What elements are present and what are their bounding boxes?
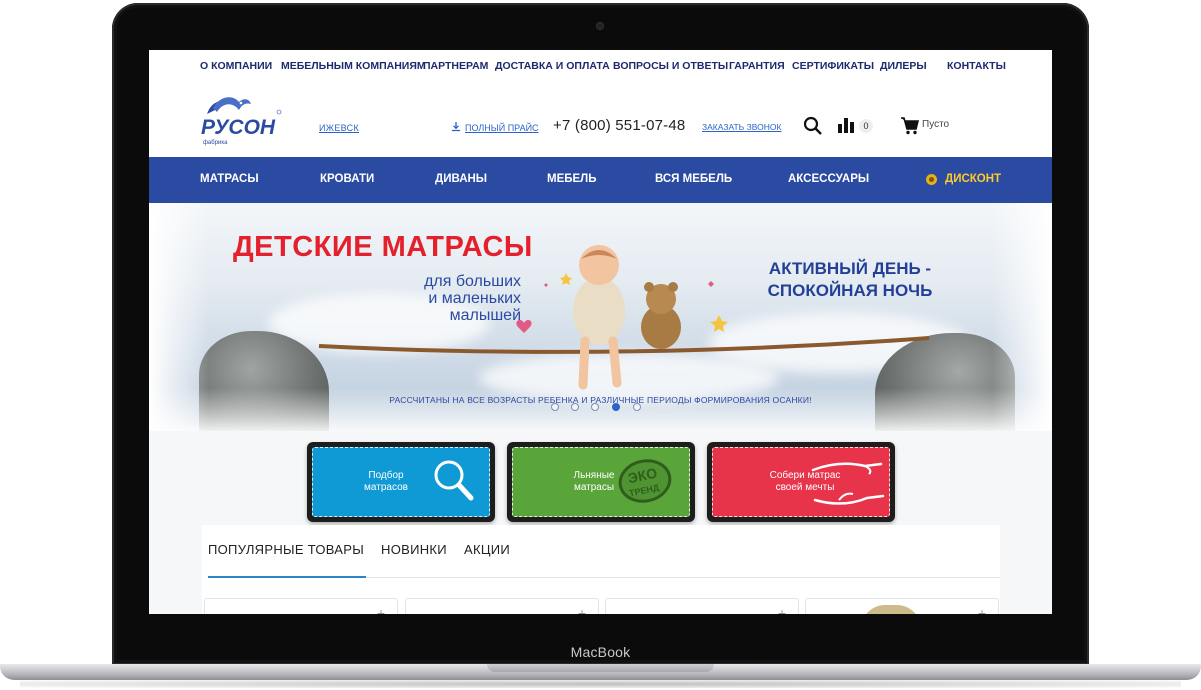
- nav-furniture-companies[interactable]: МЕБЕЛЬНЫМ КОМПАНИЯМ: [281, 60, 426, 72]
- compare-plus-icon[interactable]: +: [978, 605, 986, 614]
- cart-icon[interactable]: [901, 117, 919, 135]
- child-body: [573, 277, 625, 345]
- request-call-link[interactable]: ЗАКАЗАТЬ ЗВОНОК: [702, 122, 781, 132]
- category-furniture[interactable]: МЕБЕЛЬ: [547, 173, 597, 185]
- hands-icon: [811, 462, 885, 505]
- category-beds[interactable]: КРОВАТИ: [320, 173, 374, 185]
- nav-faq[interactable]: ВОПРОСЫ И ОТВЕТЫ: [613, 60, 728, 72]
- nav-contacts[interactable]: КОНТАКТЫ: [947, 60, 1006, 72]
- compare-plus-icon[interactable]: +: [377, 605, 385, 614]
- slider-dot[interactable]: [591, 403, 599, 411]
- phone-number[interactable]: +7 (800) 551-07-48: [553, 117, 685, 134]
- category-discount[interactable]: ДИСКОНТ: [945, 173, 1001, 185]
- laptop-hinge-notch: [487, 664, 714, 672]
- nav-partners[interactable]: ПАРТНЕРАМ: [423, 60, 488, 72]
- category-accessories[interactable]: АКСЕССУАРЫ: [788, 173, 869, 185]
- banner-subtitle-line: для больших: [424, 273, 521, 290]
- svg-text:фабрика: фабрика: [203, 140, 228, 146]
- category-bar: МАТРАСЫ КРОВАТИ ДИВАНЫ МЕБЕЛЬ ВСЯ МЕБЕЛЬ…: [149, 157, 1052, 203]
- slider-dot-active[interactable]: [612, 403, 620, 411]
- nav-delivery[interactable]: ДОСТАВКА И ОПЛАТА: [495, 60, 610, 72]
- banner-subtitle-line: и маленьких: [428, 290, 521, 307]
- product-card[interactable]: +: [204, 598, 398, 614]
- search-icon[interactable]: [803, 116, 823, 136]
- top-navigation: О КОМПАНИИ МЕБЕЛЬНЫМ КОМПАНИЯМ ПАРТНЕРАМ…: [149, 50, 1052, 84]
- device-label: MacBook: [570, 644, 631, 660]
- full-price-label: ПОЛНЫЙ ПРАЙС: [465, 123, 539, 133]
- category-mattresses[interactable]: МАТРАСЫ: [200, 173, 259, 185]
- promo-tile-linen-mattresses[interactable]: Льняные матрасы ЭКО ТРЕНД: [507, 442, 695, 522]
- city-selector[interactable]: ИЖЕВСК: [319, 123, 359, 133]
- slider-dot[interactable]: [571, 403, 579, 411]
- discount-coin-icon: [926, 174, 937, 185]
- hero-banner[interactable]: ДЕТСКИЕ МАТРАСЫ для больших и маленьких …: [149, 203, 1052, 431]
- promo-tile-label-line: Подбор: [368, 470, 404, 481]
- full-price-link[interactable]: ПОЛНЫЙ ПРАЙС: [451, 122, 539, 133]
- slider-dot[interactable]: [633, 403, 641, 411]
- tab-popular[interactable]: ПОПУЛЯРНЫЕ ТОВАРЫ: [208, 542, 364, 557]
- product-card[interactable]: +: [805, 598, 999, 614]
- banner-title: ДЕТСКИЕ МАТРАСЫ: [233, 231, 533, 263]
- banner-slogan: АКТИВНЫЙ ДЕНЬ - СПОКОЙНАЯ НОЧЬ: [745, 258, 955, 302]
- rope: [318, 336, 930, 354]
- compare-plus-icon[interactable]: +: [778, 605, 786, 614]
- promo-tile-label-line: матрасов: [364, 482, 408, 493]
- banner-subtitle-line: малышей: [449, 307, 521, 324]
- product-card[interactable]: +: [605, 598, 799, 614]
- nav-about[interactable]: О КОМПАНИИ: [200, 60, 272, 72]
- banner-slogan-line: АКТИВНЫЙ ДЕНЬ -: [768, 259, 932, 278]
- website-screen: О КОМПАНИИ МЕБЕЛЬНЫМ КОМПАНИЯМ ПАРТНЕРАМ…: [149, 50, 1052, 614]
- promo-tile-build-mattress[interactable]: Собери матрас своей мечты: [707, 442, 895, 522]
- active-tab-indicator: [208, 576, 366, 578]
- nav-dealers[interactable]: ДИЛЕРЫ: [880, 60, 927, 72]
- promo-tile-mattress-finder[interactable]: Подбор матрасов: [307, 442, 495, 522]
- tab-new[interactable]: НОВИНКИ: [381, 542, 447, 557]
- compare-icon[interactable]: [837, 116, 855, 134]
- compare-count-badge: 0: [859, 119, 873, 133]
- banner-note: РАССЧИТАНЫ НА ВСЕ ВОЗРАСТЫ РЕБЕНКА И РАЗ…: [389, 395, 812, 405]
- product-card[interactable]: +: [405, 598, 599, 614]
- category-sofas[interactable]: ДИВАНЫ: [435, 173, 487, 185]
- product-image: [861, 605, 921, 614]
- slider-dot[interactable]: [551, 403, 559, 411]
- svg-text:РУСОН: РУСОН: [201, 116, 276, 139]
- tab-sale[interactable]: АКЦИИ: [464, 542, 510, 557]
- promo-tile-label: Подбор матрасов: [341, 470, 431, 494]
- cart-status[interactable]: Пусто: [922, 119, 949, 130]
- category-all-furniture[interactable]: ВСЯ МЕБЕЛЬ: [655, 173, 732, 185]
- compare-plus-icon[interactable]: +: [578, 605, 586, 614]
- nav-warranty[interactable]: ГАРАНТИЯ: [729, 60, 785, 72]
- magnifier-icon: [434, 460, 474, 501]
- banner-subtitle: для больших и маленьких малышей: [371, 273, 521, 324]
- eco-trend-stamp-icon: ЭКО ТРЕНД: [618, 459, 672, 503]
- download-icon: [452, 122, 460, 132]
- russon-logo[interactable]: РУСОН фабрика: [199, 94, 283, 146]
- camera-icon: [597, 23, 603, 29]
- laptop-shadow: [20, 680, 1181, 688]
- banner-slogan-line: СПОКОЙНАЯ НОЧЬ: [767, 281, 933, 300]
- nav-certificates[interactable]: СЕРТИФИКАТЫ: [792, 60, 874, 72]
